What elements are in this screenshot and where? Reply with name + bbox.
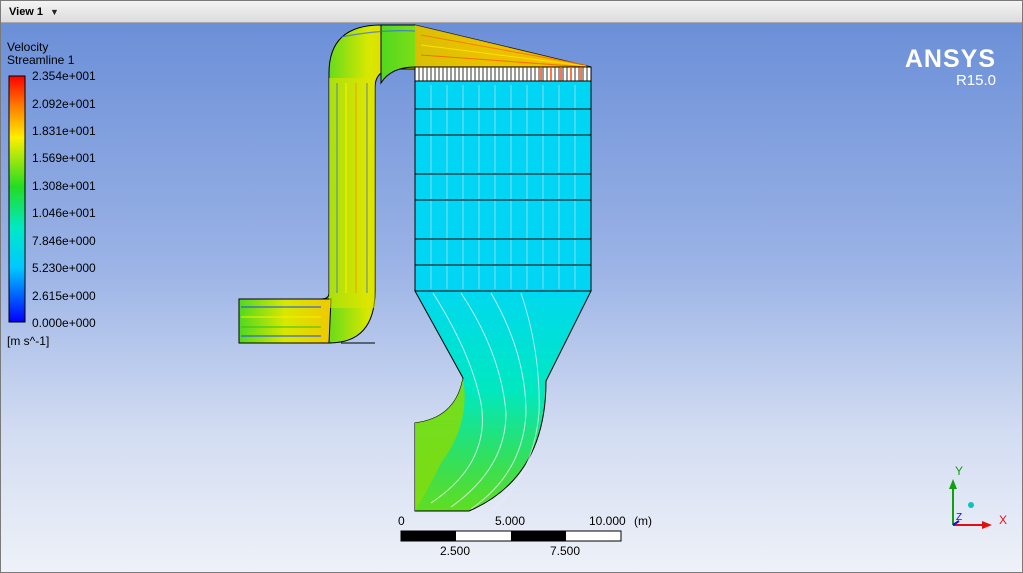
scale-bar bbox=[400, 530, 622, 542]
legend-tick: 2.615e+000 bbox=[32, 289, 96, 303]
cfd-post-window: View 1 ▼ Velocity Streamline 1 2.354e+00… bbox=[0, 0, 1023, 573]
legend-tick: 2.354e+001 bbox=[32, 69, 96, 83]
legend-tick: 0.000e+000 bbox=[32, 316, 96, 330]
legend-tick: 2.092e+001 bbox=[32, 97, 96, 111]
legend-variable: Velocity bbox=[7, 40, 49, 54]
riser-duct bbox=[320, 24, 416, 344]
legend-colorbar bbox=[8, 75, 26, 323]
viewport-toolbar: View 1 ▼ bbox=[1, 1, 1022, 23]
chamber bbox=[414, 80, 592, 292]
axis-x-label: X bbox=[999, 513, 1008, 527]
legend-tick: 1.046e+001 bbox=[32, 206, 96, 220]
legend-tick: 1.569e+001 bbox=[32, 151, 96, 165]
legend-tick: 5.230e+000 bbox=[32, 261, 96, 275]
scale-label: 2.500 bbox=[440, 544, 471, 558]
flow-geometry bbox=[8, 24, 992, 542]
legend-tick: 1.308e+001 bbox=[32, 179, 96, 193]
axis-y-label: Y bbox=[955, 464, 964, 478]
ansys-logo: ANSYS bbox=[904, 45, 996, 73]
legend-tick: 1.831e+001 bbox=[32, 124, 96, 138]
view-selector[interactable]: View 1 ▼ bbox=[1, 1, 67, 22]
inlet-duct bbox=[238, 298, 332, 344]
3d-viewport[interactable]: Velocity Streamline 1 2.354e+001 2.092e+… bbox=[1, 23, 1022, 572]
scale-label: 7.500 bbox=[550, 544, 581, 558]
legend-tick: 7.846e+000 bbox=[32, 234, 96, 248]
axis-z-label: Z bbox=[956, 512, 963, 523]
scale-label: 0 bbox=[398, 514, 405, 528]
scale-unit: (m) bbox=[634, 514, 652, 528]
scale-label: 10.000 bbox=[589, 514, 626, 528]
version-label: R15.0 bbox=[955, 72, 996, 89]
view-title: View 1 bbox=[9, 5, 44, 18]
hopper bbox=[414, 290, 592, 512]
distribution-plate bbox=[414, 66, 592, 82]
chevron-down-icon[interactable]: ▼ bbox=[50, 7, 59, 17]
scale-label: 5.000 bbox=[495, 514, 526, 528]
legend-name: Streamline 1 bbox=[7, 53, 75, 67]
legend-unit: [m s^-1] bbox=[7, 334, 50, 348]
